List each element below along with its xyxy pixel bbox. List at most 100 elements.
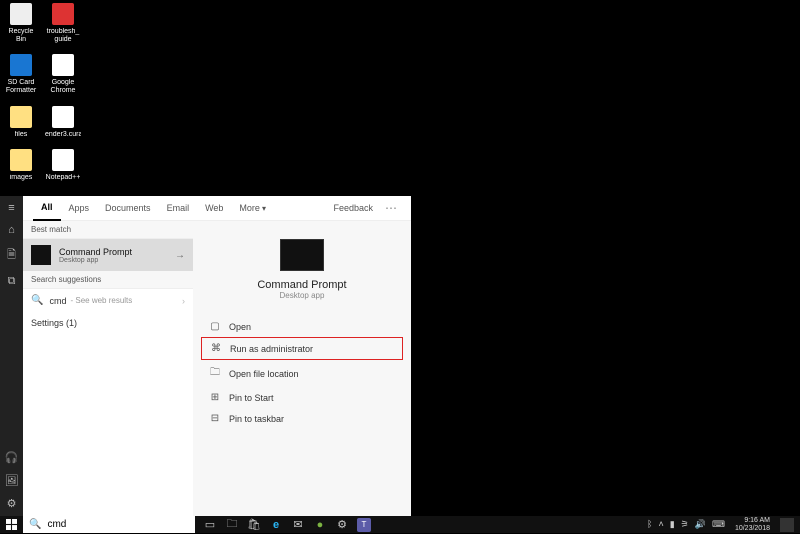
start-left-rail: ≡ ⌂ 🗎 ⧉ 🎧 🖼 ⚙ — [0, 196, 23, 516]
chevron-down-icon: ▾ — [262, 204, 266, 213]
tab-email[interactable]: Email — [159, 196, 198, 221]
tab-more[interactable]: More▾ — [231, 196, 274, 221]
edge-icon[interactable]: e — [269, 518, 283, 532]
tab-apps[interactable]: Apps — [61, 196, 98, 221]
desktop-icon-label: files — [15, 131, 27, 139]
troubleshoot-guide-icon — [51, 2, 75, 26]
desktop-icon-grid: Recycle Bin troublesh_ guide SD Card Forma… — [4, 2, 80, 182]
desktop-icon-images[interactable]: images — [4, 148, 38, 182]
task-view-icon[interactable]: ▭ — [203, 518, 217, 532]
action-open[interactable]: ▢Open — [201, 316, 403, 337]
action-pin-taskbar[interactable]: ⊟ Pin to taskbar — [201, 408, 403, 429]
tray-chevron-icon[interactable]: ˄ — [658, 519, 663, 530]
best-match-subtitle: Desktop app — [59, 257, 132, 264]
gear-icon[interactable]: ⚙ — [7, 497, 17, 510]
preview-app-card: Command Prompt Desktop app — [257, 231, 346, 300]
preview-subtitle: Desktop app — [257, 291, 346, 300]
sd-card-formatter-icon — [9, 53, 33, 77]
desktop-icon-label: troublesh_ guide — [46, 28, 80, 43]
more-options-icon[interactable]: ⋯ — [381, 201, 401, 215]
taskbar-clock[interactable]: 9:16 AM 10/23/2018 — [731, 517, 774, 532]
desktop-icon-recycle-bin[interactable]: Recycle Bin — [4, 2, 38, 43]
desktop-icon-ender3-cura[interactable]: ender3.cura.. — [46, 105, 80, 139]
action-open-location-icon: 🗀 — [209, 365, 221, 382]
language-icon[interactable]: ⌨ — [712, 519, 725, 530]
mail-icon[interactable]: ✉ — [291, 518, 305, 532]
best-match-result[interactable]: Command Prompt Desktop app → — [23, 239, 193, 271]
action-pin-taskbar-icon: ⊟ — [209, 413, 221, 424]
windows-logo-icon — [6, 519, 17, 530]
search-results-left: Best match Command Prompt Desktop app → … — [23, 221, 193, 516]
hamburger-icon[interactable]: ≡ — [8, 202, 14, 214]
preview-title: Command Prompt — [257, 279, 346, 291]
tab-documents[interactable]: Documents — [97, 196, 159, 221]
battery-icon[interactable]: ▮ — [670, 519, 675, 530]
desktop-icon-troubleshoot-guide[interactable]: troublesh_ guide — [46, 2, 80, 43]
store-icon[interactable]: 🛍 — [247, 518, 261, 532]
cmd-app-icon — [280, 239, 324, 271]
tab-all[interactable]: All — [33, 196, 61, 221]
file-explorer-icon[interactable]: 🗀 — [225, 518, 239, 532]
desktop-icon-files[interactable]: files — [4, 105, 38, 139]
suggestion-hint: - See web results — [70, 296, 132, 305]
desktop-icon-label: images — [10, 174, 33, 182]
action-pin-start[interactable]: ⊞ Pin to Start — [201, 387, 403, 408]
tab-web[interactable]: Web — [197, 196, 231, 221]
green-app-icon[interactable]: ● — [313, 518, 327, 532]
images-icon — [9, 148, 33, 172]
action-run-admin[interactable]: ⌘Run as administrator — [201, 337, 403, 360]
best-match-header: Best match — [23, 221, 193, 239]
desktop-icon-sd-card-formatter[interactable]: SD Card Formatter — [4, 53, 38, 94]
action-pin-start-label: Pin to Start — [229, 393, 274, 403]
group-icon[interactable]: ⧉ — [8, 275, 16, 288]
headphones-icon[interactable]: 🎧 — [5, 451, 19, 464]
bluetooth-icon[interactable]: ᛒ — [647, 519, 652, 530]
chevron-right-icon: › — [182, 296, 185, 306]
desktop-icon-notepadpp[interactable]: Notepad++ — [46, 148, 80, 182]
suggestion-query: cmd — [49, 296, 66, 306]
settings-icon[interactable]: ⚙ — [335, 518, 349, 532]
desktop-icon-label: Google Chrome — [46, 79, 80, 94]
action-open-label: Open — [229, 322, 251, 332]
taskbar-search-input[interactable] — [47, 519, 189, 530]
search-icon: 🔍 — [29, 519, 41, 530]
taskbar-search-box[interactable]: 🔍 — [23, 516, 195, 533]
picture-icon[interactable]: 🖼 — [5, 474, 19, 487]
clock-time: 9:16 AM — [735, 517, 770, 524]
action-open-location[interactable]: 🗀 Open file location — [201, 360, 403, 387]
desktop-icon-label: ender3.cura.. — [45, 131, 81, 139]
teams-icon[interactable]: T — [357, 518, 371, 532]
doc-icon[interactable]: 🗎 — [7, 246, 16, 265]
ender3-cura-icon — [51, 105, 75, 129]
notepadpp-icon — [51, 148, 75, 172]
recycle-bin-icon — [9, 2, 33, 26]
desktop-icon-label: Recycle Bin — [4, 28, 38, 43]
search-tabs: AllAppsDocumentsEmailWebMore▾ Feedback ⋯ — [23, 196, 411, 221]
feedback-link[interactable]: Feedback — [325, 196, 381, 221]
desktop[interactable]: Recycle Bin troublesh_ guide SD Card Forma… — [0, 0, 800, 533]
home-icon[interactable]: ⌂ — [8, 224, 15, 236]
chevron-right-icon: → — [175, 250, 185, 261]
search-suggestions-header: Search suggestions — [23, 271, 193, 289]
volume-icon[interactable]: 🔊 — [695, 519, 706, 530]
google-chrome-icon — [51, 53, 75, 77]
web-suggestion-row[interactable]: 🔍 cmd - See web results › — [23, 289, 193, 312]
start-button[interactable] — [0, 516, 23, 533]
action-pin-start-icon: ⊞ — [209, 392, 221, 403]
start-search-panel: AllAppsDocumentsEmailWebMore▾ Feedback ⋯… — [23, 196, 411, 516]
action-open-location-label: Open file location — [229, 369, 299, 379]
settings-results[interactable]: Settings (1) — [23, 312, 193, 334]
cmd-thumb-icon — [31, 245, 51, 265]
taskbar: 🔍 ▭ 🗀 🛍 e ✉ ● ⚙ T ᛒ ˄ ▮ ⚞ 🔊 ⌨ 9:16 AM 10/23/2018 — [0, 516, 800, 533]
clock-date: 10/23/2018 — [735, 525, 770, 532]
desktop-icon-google-chrome[interactable]: Google Chrome — [46, 53, 80, 94]
wifi-icon[interactable]: ⚞ — [681, 519, 689, 530]
desktop-icon-label: Notepad++ — [46, 174, 81, 182]
action-center-icon[interactable] — [780, 518, 794, 532]
desktop-icon-label: SD Card Formatter — [4, 79, 38, 94]
action-pin-taskbar-label: Pin to taskbar — [229, 414, 284, 424]
files-icon — [9, 105, 33, 129]
best-match-title: Command Prompt — [59, 247, 132, 257]
action-run-admin-icon: ⌘ — [210, 343, 222, 354]
search-icon: 🔍 — [31, 295, 43, 306]
